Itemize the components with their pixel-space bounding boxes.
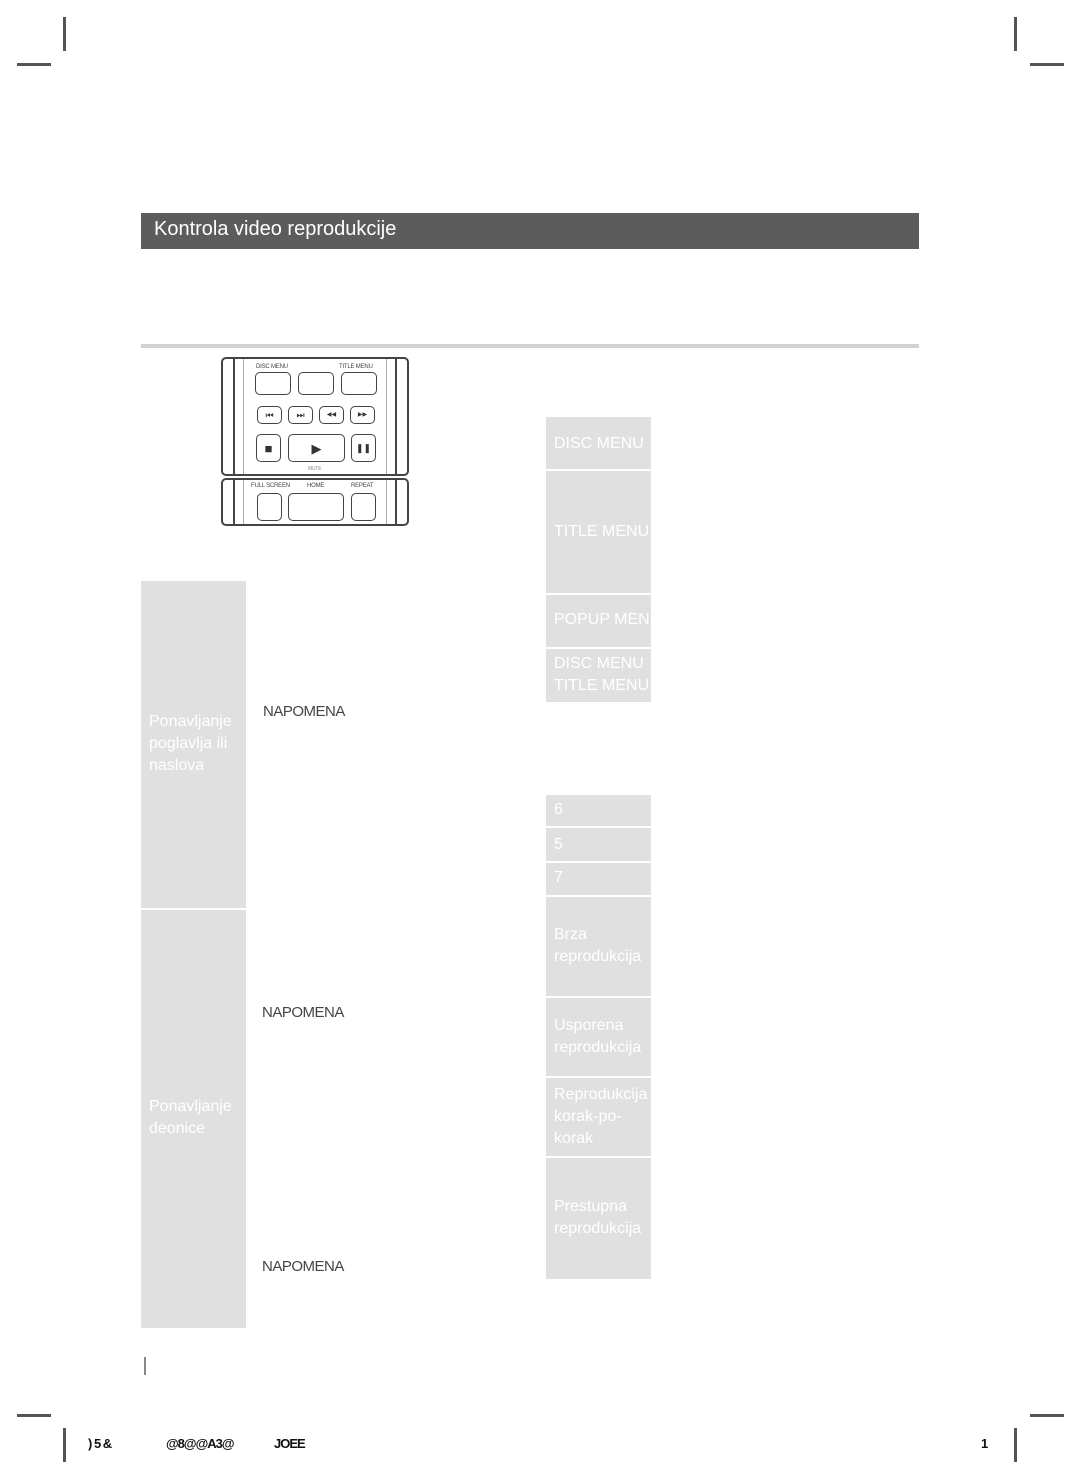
popup-menu-button[interactable] <box>298 372 334 395</box>
remote-rail <box>395 480 397 524</box>
remote-rail <box>233 480 235 524</box>
row-label: Ponavljanje deonice <box>149 1098 232 1137</box>
row-label: Usporena reprodukcija <box>554 1017 642 1056</box>
section-title: Kontrola video reprodukcije <box>141 213 919 249</box>
table-row-disc-menu: DISC MENU <box>546 417 651 469</box>
footer-code-left: ) 5 & <box>88 1436 112 1451</box>
skip-back-icon: ⏮ <box>265 409 274 420</box>
row-label: 7 <box>554 869 563 886</box>
remote-control-illustration: DISC MENU TITLE MENU ⏮ ⏭ ◀◀ ▶▶ ■ ▶ ❚❚ MU… <box>221 357 409 527</box>
note-heading: NAPOMENA <box>263 703 345 720</box>
full-screen-label: FULL SCREEN <box>251 483 290 489</box>
row-label: Brza reprodukcija <box>554 926 642 965</box>
crop-mark <box>1030 1414 1064 1417</box>
crop-mark <box>63 1428 66 1462</box>
row-label: Reprodukcija korak-po-korak <box>554 1086 648 1147</box>
note-heading: NAPOMENA <box>262 1258 344 1275</box>
table-row-key-7: 7 <box>546 863 651 895</box>
table-row-skip-playback: Prestupna reprodukcija <box>546 1158 651 1279</box>
remote-rail <box>243 359 244 474</box>
crop-mark <box>1014 17 1017 51</box>
play-icon: ▶ <box>311 440 322 456</box>
crop-mark <box>1014 1428 1017 1462</box>
repeat-label: REPEAT <box>351 483 374 489</box>
row-label: Ponavljanje poglavlja ili naslova <box>149 713 232 774</box>
row-label: Prestupna reprodukcija <box>554 1198 642 1237</box>
table-row-key-6: 6 <box>546 795 651 826</box>
table-row-step-playback: Reprodukcija korak-po-korak <box>546 1078 651 1156</box>
pause-icon: ❚❚ <box>355 442 372 453</box>
crop-mark <box>1030 63 1064 66</box>
row-label: 6 <box>554 801 563 818</box>
footer-code-right: JOEE <box>274 1436 306 1451</box>
section-divider <box>141 344 919 348</box>
footer-code-middle: @8@@A3@ <box>166 1436 235 1451</box>
full-screen-button[interactable] <box>257 493 282 521</box>
remote-upper-panel: DISC MENU TITLE MENU ⏮ ⏭ ◀◀ ▶▶ ■ ▶ ❚❚ MU… <box>221 357 409 476</box>
row-label: 5 <box>554 836 563 853</box>
mute-label: MUTE <box>308 466 322 472</box>
page-number: 1 <box>981 1436 988 1451</box>
table-row-repeat-section: Ponavljanje deonice <box>141 910 246 1328</box>
skip-forward-button[interactable]: ⏭ <box>288 406 313 424</box>
skip-forward-icon: ⏭ <box>296 409 305 420</box>
remote-rail <box>243 480 244 524</box>
table-row-disc-title-menu: DISC MENU TITLE MENU <box>546 649 651 702</box>
table-row-repeat-chapter: Ponavljanje poglavlja ili naslova <box>141 581 246 908</box>
home-label: HOME <box>307 483 325 489</box>
repeat-button[interactable] <box>351 493 376 521</box>
table-row-key-5: 5 <box>546 828 651 861</box>
title-menu-button[interactable] <box>341 372 377 395</box>
remote-lower-panel: FULL SCREEN HOME REPEAT <box>221 478 409 526</box>
page-marker <box>144 1357 146 1375</box>
table-row-fast-playback: Brza reprodukcija <box>546 897 651 996</box>
title-menu-label: TITLE MENU <box>339 364 373 370</box>
remote-rail <box>386 359 387 474</box>
table-row-popup-menu: POPUP MENU <box>546 595 651 647</box>
crop-mark <box>17 63 51 66</box>
fast-forward-icon: ▶▶ <box>357 412 368 418</box>
row-label: TITLE MENU <box>554 523 650 540</box>
disc-menu-label: DISC MENU <box>256 364 288 370</box>
rewind-button[interactable]: ◀◀ <box>319 406 344 424</box>
stop-button[interactable]: ■ <box>256 434 281 462</box>
crop-mark <box>63 17 66 51</box>
note-heading: NAPOMENA <box>262 1004 344 1021</box>
crop-mark <box>17 1414 51 1417</box>
remote-rail <box>395 359 397 474</box>
pause-button[interactable]: ❚❚ <box>351 434 376 462</box>
remote-rail <box>386 480 387 524</box>
table-row-title-menu: TITLE MENU <box>546 471 651 593</box>
rewind-icon: ◀◀ <box>326 412 337 418</box>
play-button[interactable]: ▶ <box>288 434 345 462</box>
fast-forward-button[interactable]: ▶▶ <box>350 406 375 424</box>
row-label: DISC MENU <box>554 435 644 452</box>
row-label: POPUP MENU <box>554 611 651 628</box>
table-row-slow-playback: Usporena reprodukcija <box>546 998 651 1076</box>
stop-icon: ■ <box>264 440 273 456</box>
skip-back-button[interactable]: ⏮ <box>257 406 282 424</box>
home-button[interactable] <box>288 493 344 521</box>
remote-rail <box>233 359 235 474</box>
disc-menu-button[interactable] <box>255 372 291 395</box>
row-label: DISC MENU TITLE MENU <box>554 655 650 694</box>
